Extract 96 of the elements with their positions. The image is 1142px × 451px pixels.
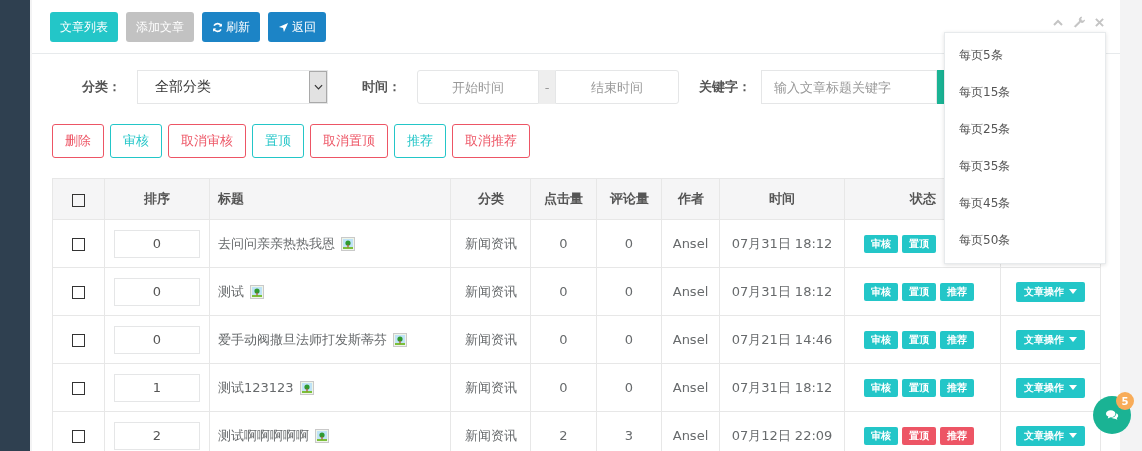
status-tag: 推荐 (940, 426, 974, 445)
article-actions-button[interactable]: 文章操作 (1016, 377, 1085, 398)
table-cell: 07月21日 14:46 (719, 315, 845, 364)
article-title: 测试 (218, 282, 244, 301)
table-cell: 0 (596, 267, 662, 316)
action-button[interactable]: 置顶 (252, 124, 304, 158)
action-button[interactable]: 推荐 (394, 124, 446, 158)
action-button[interactable]: 审核 (110, 124, 162, 158)
category-label: 分类： (82, 78, 121, 96)
action-button[interactable]: 取消置顶 (310, 124, 388, 158)
status-tag: 置顶 (902, 330, 936, 349)
row-checkbox[interactable] (72, 430, 85, 443)
table-cell: Ansel (661, 267, 720, 316)
status-tag: 审核 (864, 426, 898, 445)
order-field[interactable]: 1 (114, 373, 200, 402)
table-cell: Ansel (661, 315, 720, 364)
toolbar-button[interactable]: 返回 (268, 12, 326, 42)
category-select[interactable]: 全部分类 (137, 70, 328, 104)
column-header: 标题 (209, 178, 451, 220)
time-label: 时间： (362, 78, 401, 96)
status-tag: 推荐 (940, 378, 974, 397)
image-icon (341, 236, 355, 251)
action-button[interactable]: 取消推荐 (452, 124, 530, 158)
table-cell: 0 (530, 267, 597, 316)
column-header: 作者 (661, 178, 720, 220)
select-all-checkbox[interactable] (72, 193, 85, 207)
image-icon (315, 428, 329, 443)
start-time-field[interactable]: 开始时间 (417, 70, 539, 104)
keyword-label: 关键字： (699, 78, 751, 96)
range-separator: - (539, 70, 555, 104)
menu-item[interactable]: 每页50条 (945, 222, 1105, 259)
table-cell: 新闻资讯 (450, 219, 531, 268)
caret-icon (1069, 289, 1077, 294)
status-tag: 审核 (864, 234, 898, 253)
toolbar-button[interactable]: 文章列表 (50, 12, 118, 42)
table-cell: 0 (530, 315, 597, 364)
table-cell: 0 (596, 315, 662, 364)
table-cell: 新闻资讯 (450, 267, 531, 316)
end-time-field[interactable]: 结束时间 (555, 70, 679, 104)
caret-icon (1069, 337, 1077, 342)
table-cell: 0 (530, 219, 597, 268)
row-checkbox[interactable] (72, 334, 85, 347)
chat-icon (1105, 409, 1119, 421)
table-cell: 0 (530, 363, 597, 412)
article-title: 去问问亲亲热热我恩 (218, 234, 335, 253)
status-tag: 推荐 (940, 330, 974, 349)
table-cell: 新闻资讯 (450, 363, 531, 412)
article-title: 测试123123 (218, 378, 294, 397)
table-cell: 0 (596, 219, 662, 268)
menu-item[interactable]: 每页5条 (945, 37, 1105, 74)
chevron-down-icon (313, 84, 323, 90)
column-header: 分类 (450, 178, 531, 220)
article-actions-button[interactable]: 文章操作 (1016, 281, 1085, 302)
action-button[interactable]: 取消审核 (168, 124, 246, 158)
table-cell: 新闻资讯 (450, 315, 531, 364)
column-header: 时间 (719, 178, 845, 220)
status-tag: 置顶 (902, 234, 936, 253)
article-title: 爱手动阀撒旦法师打发斯蒂芬 (218, 330, 387, 349)
table-cell: 07月31日 18:12 (719, 363, 845, 412)
status-tag: 推荐 (940, 282, 974, 301)
action-button[interactable]: 删除 (52, 124, 104, 158)
table-cell: 07月31日 18:12 (719, 267, 845, 316)
caret-icon (1069, 385, 1077, 390)
menu-item[interactable]: 每页15条 (945, 74, 1105, 111)
location-arrow-icon (278, 21, 289, 33)
column-header: 评论量 (596, 178, 662, 220)
status-tag: 审核 (864, 330, 898, 349)
article-actions-button[interactable]: 文章操作 (1016, 425, 1085, 446)
article-actions-button[interactable]: 文章操作 (1016, 329, 1085, 350)
article-title: 测试啊啊啊啊啊 (218, 426, 309, 445)
status-tag: 置顶 (902, 378, 936, 397)
order-field[interactable]: 0 (114, 229, 200, 258)
status-tag: 置顶 (902, 426, 936, 445)
image-icon (393, 332, 407, 347)
column-header: 点击量 (530, 178, 597, 220)
row-checkbox[interactable] (72, 286, 85, 299)
caret-icon (1069, 433, 1077, 438)
refresh-icon (212, 21, 223, 33)
row-checkbox[interactable] (72, 238, 85, 251)
row-checkbox[interactable] (72, 382, 85, 395)
order-field[interactable]: 2 (114, 421, 200, 450)
column-header: 排序 (104, 178, 210, 220)
image-icon (299, 380, 314, 395)
status-tag: 置顶 (902, 282, 936, 301)
toolbar-button[interactable]: 刷新 (202, 12, 260, 42)
keyword-field[interactable]: 输入文章标题关键字 (761, 70, 937, 104)
menu-item[interactable]: 每页25条 (945, 111, 1105, 148)
order-field[interactable]: 0 (114, 325, 200, 354)
status-tag: 审核 (864, 282, 898, 301)
table-cell: 0 (596, 363, 662, 412)
table-cell: 07月31日 18:12 (719, 219, 845, 268)
status-tag: 审核 (864, 378, 898, 397)
table-cell: Ansel (661, 219, 720, 268)
order-field[interactable]: 0 (114, 277, 200, 306)
table-cell: Ansel (661, 363, 720, 412)
image-icon (250, 284, 264, 299)
